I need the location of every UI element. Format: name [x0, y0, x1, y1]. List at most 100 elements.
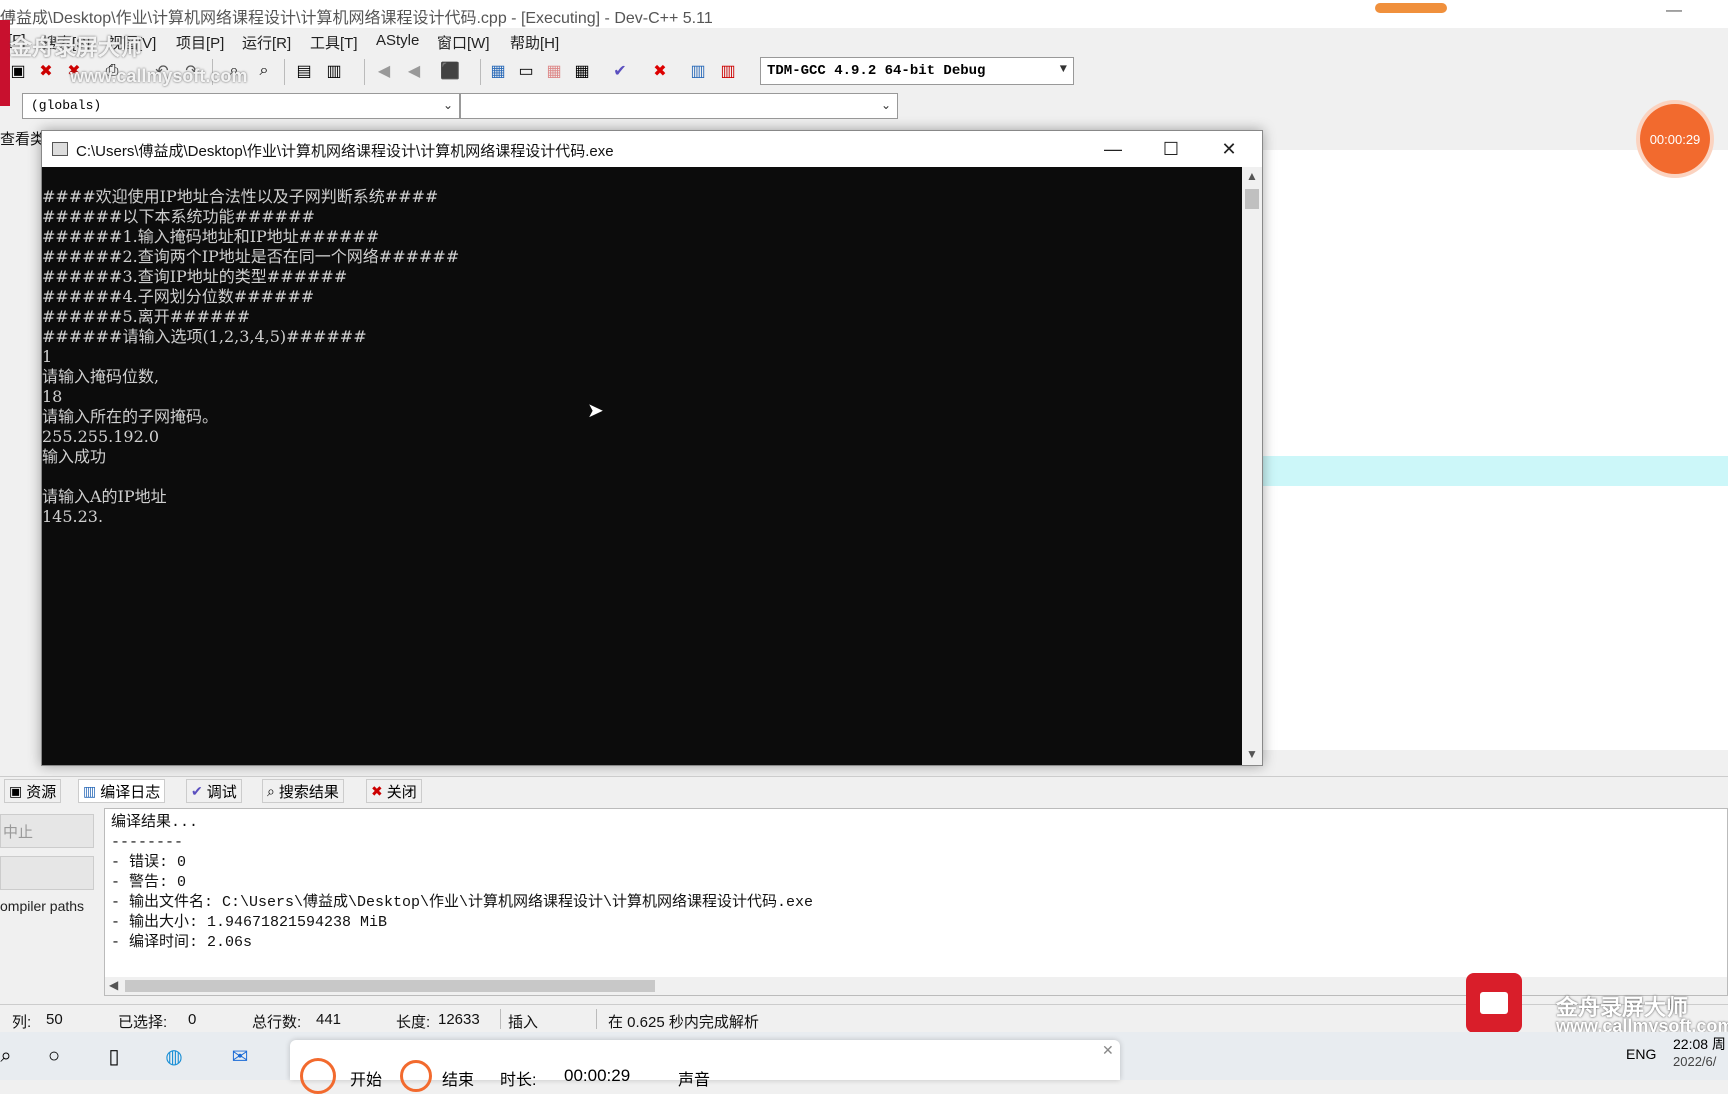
- stop-icon[interactable]: [400, 1060, 432, 1092]
- minimize-button[interactable]: —: [1666, 2, 1682, 20]
- mouse-cursor-icon: ➤: [587, 400, 604, 422]
- tab-debug[interactable]: ✔ 调试: [186, 779, 242, 803]
- tab-label: 编译日志: [100, 783, 161, 801]
- tab-label: 资源: [26, 783, 57, 801]
- total-lines-label: 总行数:: [252, 1014, 302, 1031]
- forward-icon[interactable]: ◀: [402, 59, 426, 83]
- start-label[interactable]: 开始: [350, 1066, 382, 1090]
- close-icon: ✖: [371, 782, 383, 799]
- debug-icon[interactable]: ✔: [608, 59, 632, 83]
- console-line: ####欢迎使用IP地址合法性以及子网判断系统####: [42, 187, 439, 206]
- mail-icon[interactable]: ✉: [224, 1040, 256, 1072]
- tray-language[interactable]: ENG: [1626, 1046, 1656, 1062]
- scroll-up-icon[interactable]: ▲: [1246, 169, 1258, 183]
- console-window: C:\Users\傅益成\Desktop\作业\计算机网络课程设计\计算机网络课…: [41, 130, 1263, 766]
- console-line: 145.23.: [42, 507, 104, 526]
- console-line: 请输入掩码位数,: [42, 367, 160, 386]
- rebuild-icon[interactable]: ▦: [570, 59, 594, 83]
- profile-icon[interactable]: ▥: [686, 59, 710, 83]
- scroll-left-icon[interactable]: ◀: [109, 978, 118, 992]
- tab-resources[interactable]: ▣ 资源: [4, 779, 62, 803]
- log-line: - 错误: 0: [111, 854, 187, 871]
- console-line: ######4.子网划分位数######: [42, 287, 315, 306]
- log-line: - 编译时间: 2.06s: [111, 934, 253, 951]
- replace-icon[interactable]: ⌕: [252, 59, 276, 83]
- ide-title: 傅益成\Desktop\作业\计算机网络课程设计\计算机网络课程设计代码.cpp…: [0, 10, 713, 27]
- tray-date[interactable]: 2022/6/: [1673, 1054, 1716, 1069]
- menu-run[interactable]: 运行[R]: [242, 32, 291, 53]
- scope-row: (globals) ⌄ ⌄: [0, 90, 900, 122]
- console-scrollbar[interactable]: ▲ ▼: [1242, 167, 1262, 765]
- stop-execution-icon[interactable]: ✖: [648, 59, 672, 83]
- stop-button[interactable]: 中止: [0, 814, 94, 848]
- console-app-icon: [52, 142, 68, 156]
- console-output[interactable]: ####欢迎使用IP地址合法性以及子网判断系统#### ######以下本系统功能…: [42, 167, 1242, 765]
- recorder-camera-icon[interactable]: [1466, 973, 1522, 1033]
- menubar: [F] 搜索[S] 视图[V] 项目[P] 运行[R] 工具[T] AStyle…: [0, 28, 1728, 54]
- end-label[interactable]: 结束: [442, 1066, 474, 1090]
- console-titlebar[interactable]: C:\Users\傅益成\Desktop\作业\计算机网络课程设计\计算机网络课…: [42, 131, 1262, 167]
- menu-tools[interactable]: 工具[T]: [310, 32, 358, 53]
- task-view-icon[interactable]: ▯: [98, 1040, 130, 1072]
- recorder-indicator: [1375, 3, 1447, 13]
- col-value: 50: [46, 1011, 63, 1028]
- pause-icon[interactable]: [300, 1058, 336, 1094]
- bookmark-icon[interactable]: ⬛: [438, 59, 462, 83]
- cortana-icon[interactable]: ○: [38, 1040, 70, 1072]
- search-icon[interactable]: ⌕: [0, 1040, 22, 1072]
- console-line: ######3.查询IP地址的类型######: [42, 267, 348, 286]
- selected-label: 已选择:: [118, 1014, 168, 1031]
- console-close-button[interactable]: ✕: [1206, 135, 1252, 163]
- globals-select[interactable]: (globals) ⌄: [22, 93, 460, 119]
- delete-profile-icon[interactable]: ▥: [716, 59, 740, 83]
- tab-search-results[interactable]: ⌕ 搜索结果: [262, 779, 344, 803]
- compile-icon[interactable]: ▦: [486, 59, 510, 83]
- watermark-url: www.callmysoft.com: [70, 66, 248, 86]
- console-line: 输入成功: [42, 447, 107, 466]
- indent-icon[interactable]: ▤: [292, 59, 316, 83]
- scroll-down-icon[interactable]: ▼: [1246, 747, 1258, 761]
- log-line: - 输出文件名: C:\Users\傅益成\Desktop\作业\计算机网络课程…: [111, 894, 814, 911]
- compile-run-icon[interactable]: ▦: [542, 59, 566, 83]
- console-line: 请输入所在的子网掩码。: [42, 407, 219, 426]
- menu-window[interactable]: 窗口[W]: [437, 32, 490, 53]
- member-select[interactable]: ⌄: [460, 93, 898, 119]
- recorder-control-bar: 开始 结束 时长: 00:00:29 声音 ✕: [290, 1040, 1120, 1094]
- compile-log-output[interactable]: 编译结果... -------- - 错误: 0 - 警告: 0 - 输出文件名: C:…: [104, 808, 1728, 996]
- length-value: 12633: [438, 1011, 480, 1028]
- console-minimize-button[interactable]: —: [1090, 135, 1136, 163]
- close-file-icon[interactable]: ✖: [34, 59, 58, 83]
- tab-class-view[interactable]: 查看类: [0, 128, 45, 149]
- log-line: --------: [111, 834, 184, 851]
- chevron-down-icon: ⌄: [442, 99, 453, 113]
- unindent-icon[interactable]: ▥: [322, 59, 346, 83]
- console-maximize-button[interactable]: ☐: [1148, 135, 1194, 163]
- console-line: 255.255.192.0: [42, 427, 160, 446]
- close-icon[interactable]: ✕: [1102, 1042, 1114, 1059]
- blank-button[interactable]: [0, 856, 94, 890]
- console-line: 1: [42, 347, 53, 366]
- recording-timer: 00:00:29: [1640, 104, 1710, 174]
- globals-value: (globals): [31, 98, 102, 113]
- edge-icon[interactable]: ◍: [158, 1040, 190, 1072]
- console-line: ######请输入选项(1,2,3,4,5)######: [42, 327, 367, 346]
- compiler-select[interactable]: TDM-GCC 4.9.2 64-bit Debug ▼: [760, 57, 1074, 85]
- menu-project[interactable]: 项目[P]: [176, 32, 224, 53]
- back-icon[interactable]: ◀: [372, 59, 396, 83]
- log-line: - 输出大小: 1.94671821594238 MiB: [111, 914, 388, 931]
- tab-close[interactable]: ✖ 关闭: [366, 779, 422, 803]
- insert-mode: 插入: [508, 1014, 539, 1031]
- toolbar: ▣ ✖ ✖ ⎙ ↶ ↷ ⌕ ⌕ ▤ ▥ ◀ ◀ ⬛ ▦ ▭ ▦ ▦ ✔ ✖ ▥ …: [0, 54, 1728, 90]
- search-icon: ⌕: [267, 782, 275, 799]
- console-line: ######2.查询两个IP地址是否在同一个网络######: [42, 247, 460, 266]
- tray-time[interactable]: 22:08 周: [1673, 1034, 1726, 1054]
- sound-label: 声音: [678, 1072, 711, 1089]
- menu-help[interactable]: 帮助[H]: [510, 32, 559, 53]
- ide-titlebar: 傅益成\Desktop\作业\计算机网络课程设计\计算机网络课程设计代码.cpp…: [0, 0, 1728, 28]
- scroll-thumb[interactable]: [1245, 189, 1259, 209]
- menu-astyle[interactable]: AStyle: [376, 32, 419, 49]
- run-icon[interactable]: ▭: [514, 59, 538, 83]
- scroll-thumb[interactable]: [125, 980, 655, 992]
- recorder-logo-icon: [0, 20, 10, 106]
- tab-compile-log[interactable]: ▥ 编译日志: [78, 779, 166, 803]
